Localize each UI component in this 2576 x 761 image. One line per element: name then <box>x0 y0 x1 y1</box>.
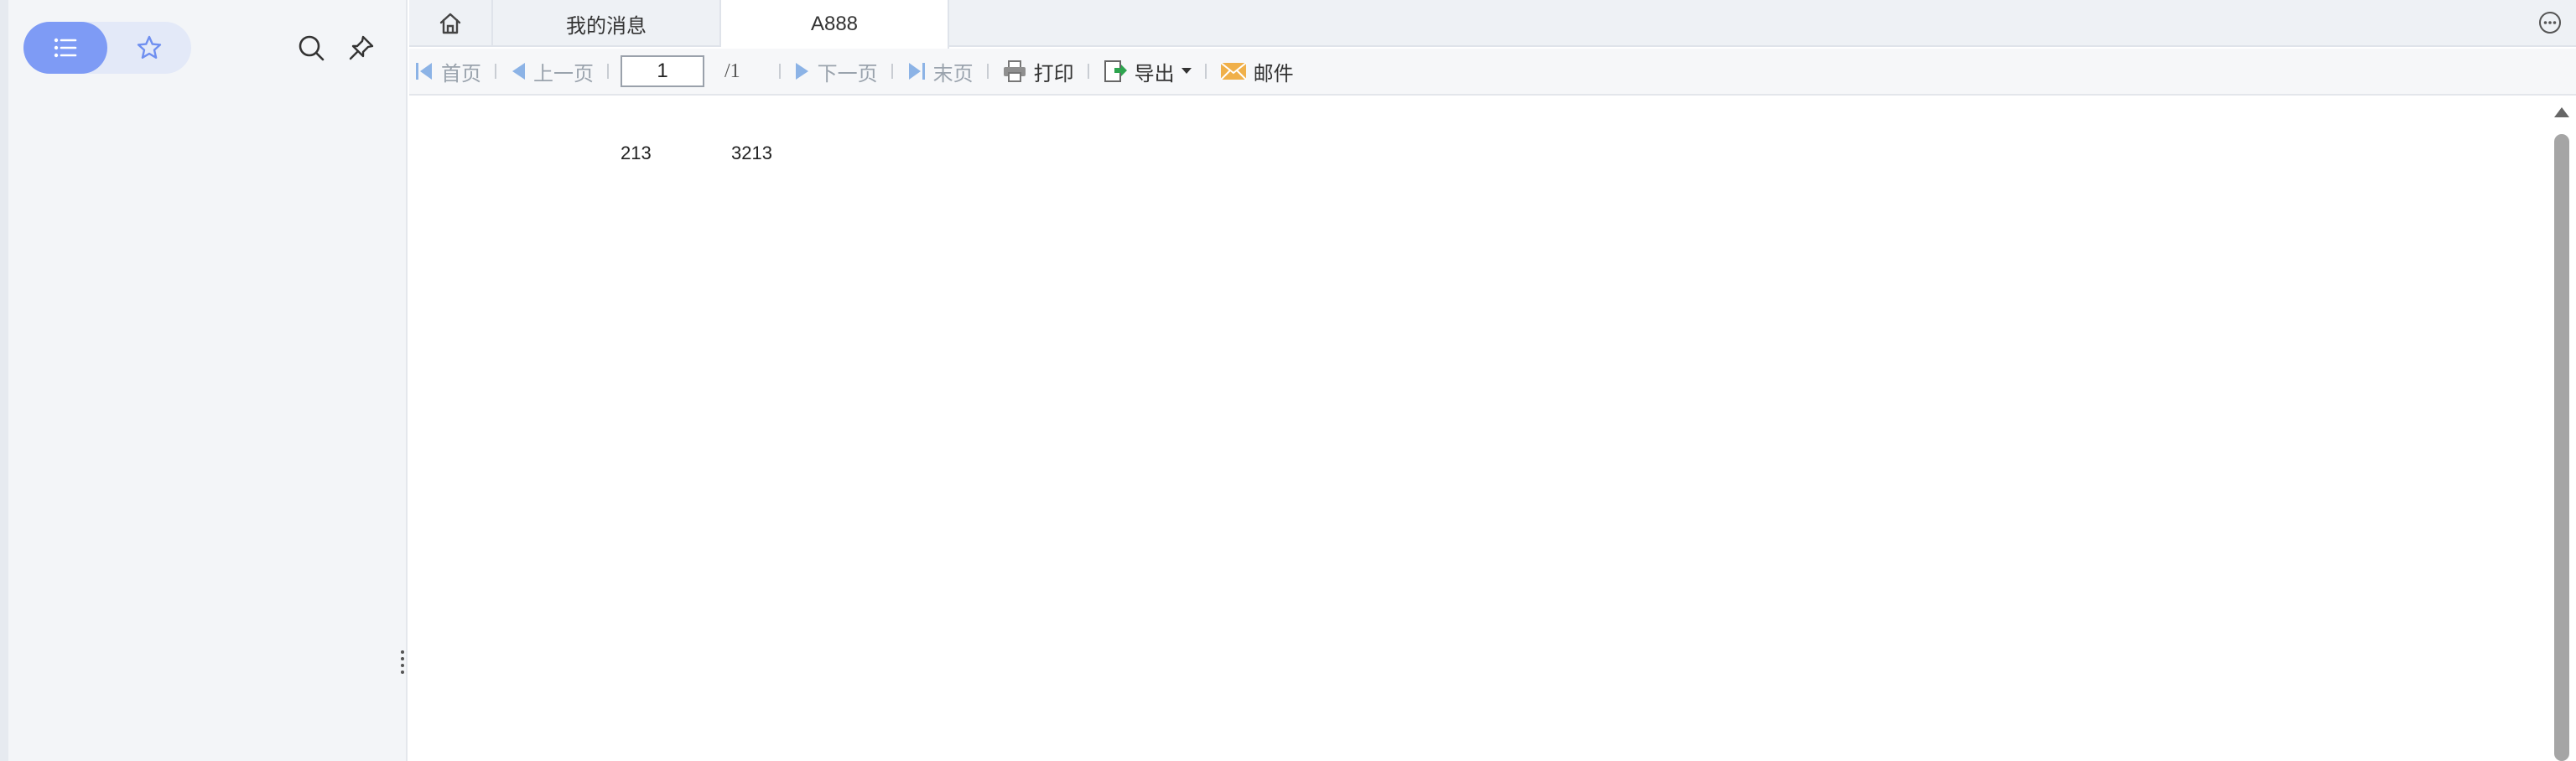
report-cell: 3213 <box>731 142 772 163</box>
mail-label: 邮件 <box>1253 62 1294 85</box>
export-icon <box>1104 60 1127 82</box>
separator <box>607 64 609 79</box>
export-label: 导出 <box>1134 62 1175 85</box>
first-page-icon <box>416 63 432 80</box>
more-button[interactable] <box>2536 8 2564 37</box>
vertical-scrollbar[interactable] <box>2547 96 2576 761</box>
list-icon <box>54 38 77 58</box>
separator <box>986 64 989 79</box>
tab-a888[interactable]: A888 <box>721 0 949 49</box>
star-icon <box>137 35 162 59</box>
last-page-label: 末页 <box>932 62 974 85</box>
scroll-thumb[interactable] <box>2554 134 2569 761</box>
report-content: 213 3213 <box>409 96 2547 761</box>
print-button[interactable]: 打印 <box>997 54 1079 88</box>
tab-bar: 我的消息 A888 <box>409 0 2576 49</box>
page-total: /1 <box>724 60 740 82</box>
first-page-label: 首页 <box>441 62 481 85</box>
sidebar <box>0 0 413 761</box>
separator <box>778 64 781 79</box>
first-page-button[interactable]: 首页 <box>409 54 486 88</box>
prev-page-label: 上一页 <box>533 62 594 85</box>
report-cell: 213 <box>621 142 652 163</box>
pin-button[interactable] <box>344 30 379 65</box>
favorites-button[interactable] <box>107 22 191 74</box>
next-page-label: 下一页 <box>817 62 878 85</box>
separator <box>1204 64 1207 79</box>
last-page-icon <box>908 63 925 80</box>
page-number-input[interactable] <box>621 55 704 87</box>
more-icon <box>2539 12 2561 34</box>
caret-down-icon <box>1181 68 1192 74</box>
separator <box>495 64 496 79</box>
prev-page-icon <box>512 63 525 80</box>
last-page-button[interactable]: 末页 <box>901 54 979 88</box>
separator <box>1087 64 1089 79</box>
list-view-button[interactable] <box>23 22 107 74</box>
next-page-button[interactable]: 下一页 <box>789 54 883 88</box>
next-page-icon <box>795 63 808 80</box>
search-icon <box>299 35 325 61</box>
tab-my-messages[interactable]: 我的消息 <box>493 0 721 47</box>
pin-icon <box>349 35 374 60</box>
separator <box>891 64 893 79</box>
mail-icon <box>1219 62 1247 80</box>
home-icon <box>439 13 461 34</box>
export-button[interactable]: 导出 <box>1098 54 1197 88</box>
main-area: 我的消息 A888 首页 上一页 /1 <box>409 0 2576 761</box>
search-button[interactable] <box>293 30 329 65</box>
report-toolbar: 首页 上一页 /1 下一页 末页 <box>409 49 2576 96</box>
scroll-up-arrow[interactable] <box>2554 107 2569 117</box>
view-switcher <box>23 22 191 74</box>
tab-home[interactable] <box>409 0 493 47</box>
mail-button[interactable]: 邮件 <box>1215 54 1299 88</box>
printer-icon <box>1003 60 1026 82</box>
prev-page-button[interactable]: 上一页 <box>505 54 599 88</box>
print-label: 打印 <box>1033 62 1074 85</box>
